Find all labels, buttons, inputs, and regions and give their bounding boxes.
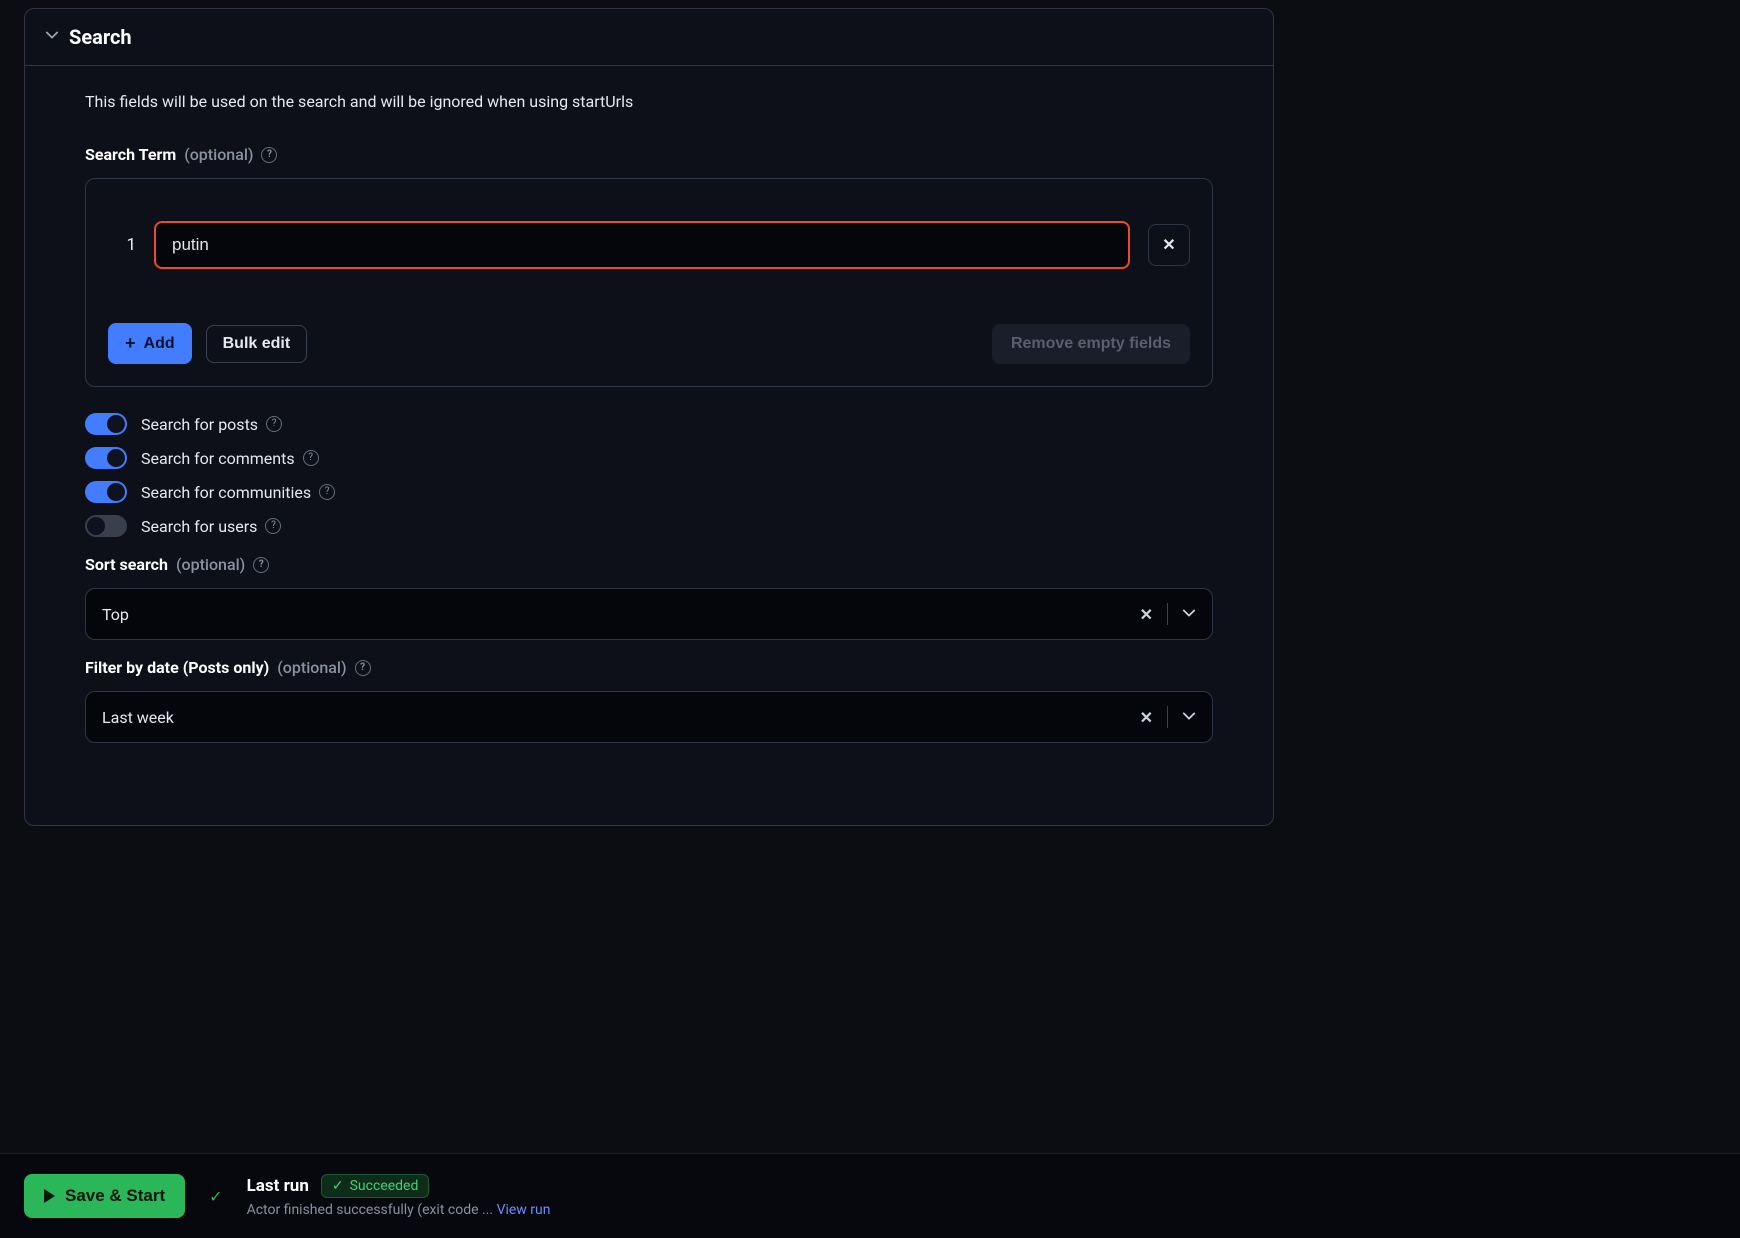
status-badge: ✓ Succeeded bbox=[321, 1174, 429, 1198]
section-toggle[interactable]: Search bbox=[25, 9, 1273, 66]
chevron-down-icon bbox=[1182, 605, 1196, 624]
toggle-search-comments: Search for comments? bbox=[85, 447, 1213, 469]
check-icon: ✓ bbox=[209, 1187, 222, 1206]
footer-bar: Save & Start ✓ Last run ✓ Succeeded Acto… bbox=[0, 1153, 1740, 1238]
toggle-label: Search for communities bbox=[141, 483, 311, 502]
help-icon[interactable]: ? bbox=[265, 518, 281, 534]
search-term-list: 1 ✕ + Add Bulk edit Remove empty fields bbox=[85, 178, 1213, 387]
remove-row-button[interactable]: ✕ bbox=[1148, 224, 1190, 266]
sort-field: Sort search (optional) ? Top ✕ bbox=[85, 555, 1213, 640]
help-icon[interactable]: ? bbox=[261, 147, 277, 163]
filter-date-label: Filter by date (Posts only) bbox=[85, 658, 269, 677]
help-icon[interactable]: ? bbox=[253, 557, 269, 573]
filter-date-field: Filter by date (Posts only) (optional) ?… bbox=[85, 658, 1213, 743]
sort-select[interactable]: Top ✕ bbox=[85, 588, 1213, 640]
search-panel: Search This fields will be used on the s… bbox=[24, 8, 1274, 826]
toggle-search-posts: Search for posts? bbox=[85, 413, 1213, 435]
help-icon[interactable]: ? bbox=[355, 660, 371, 676]
last-run-info: Last run ✓ Succeeded Actor finished succ… bbox=[247, 1174, 551, 1218]
search-term-input[interactable] bbox=[154, 221, 1130, 269]
add-button[interactable]: + Add bbox=[108, 323, 192, 364]
plus-icon: + bbox=[125, 333, 136, 354]
select-value: Last week bbox=[102, 708, 1140, 727]
remove-empty-button: Remove empty fields bbox=[992, 324, 1190, 364]
clear-icon[interactable]: ✕ bbox=[1140, 708, 1153, 727]
toggle-label: Search for comments bbox=[141, 449, 295, 468]
clear-icon[interactable]: ✕ bbox=[1140, 605, 1153, 624]
section-body: This fields will be used on the search a… bbox=[25, 66, 1273, 763]
help-icon[interactable]: ? bbox=[266, 416, 282, 432]
save-start-button[interactable]: Save & Start bbox=[24, 1174, 185, 1218]
toggle-search-users: Search for users? bbox=[85, 515, 1213, 537]
search-term-label: Search Term (optional) ? bbox=[85, 145, 1213, 164]
view-run-link[interactable]: View run bbox=[497, 1202, 551, 1218]
toggle-search-communities: Search for communities? bbox=[85, 481, 1213, 503]
play-icon bbox=[44, 1189, 55, 1203]
list-item: 1 ✕ bbox=[108, 221, 1190, 269]
check-icon: ✓ bbox=[332, 1178, 344, 1194]
select-value: Top bbox=[102, 605, 1140, 624]
section-title: Search bbox=[69, 25, 132, 49]
list-index: 1 bbox=[108, 235, 136, 255]
bulk-edit-button[interactable]: Bulk edit bbox=[206, 325, 308, 363]
list-actions: + Add Bulk edit Remove empty fields bbox=[108, 323, 1190, 364]
toggle-label: Search for posts bbox=[141, 415, 258, 434]
help-icon[interactable]: ? bbox=[319, 484, 335, 500]
close-icon: ✕ bbox=[1162, 235, 1175, 255]
toggle[interactable] bbox=[85, 413, 127, 435]
chevron-down-icon bbox=[45, 28, 59, 46]
toggle[interactable] bbox=[85, 481, 127, 503]
help-icon[interactable]: ? bbox=[303, 450, 319, 466]
chevron-down-icon bbox=[1182, 708, 1196, 727]
toggle-label: Search for users bbox=[141, 517, 257, 536]
last-run-detail: Actor finished successfully (exit code .… bbox=[247, 1202, 494, 1218]
last-run-label: Last run bbox=[247, 1176, 309, 1196]
sort-label: Sort search bbox=[85, 555, 168, 574]
filter-date-select[interactable]: Last week ✕ bbox=[85, 691, 1213, 743]
section-description: This fields will be used on the search a… bbox=[85, 92, 1213, 111]
toggle[interactable] bbox=[85, 515, 127, 537]
toggle[interactable] bbox=[85, 447, 127, 469]
